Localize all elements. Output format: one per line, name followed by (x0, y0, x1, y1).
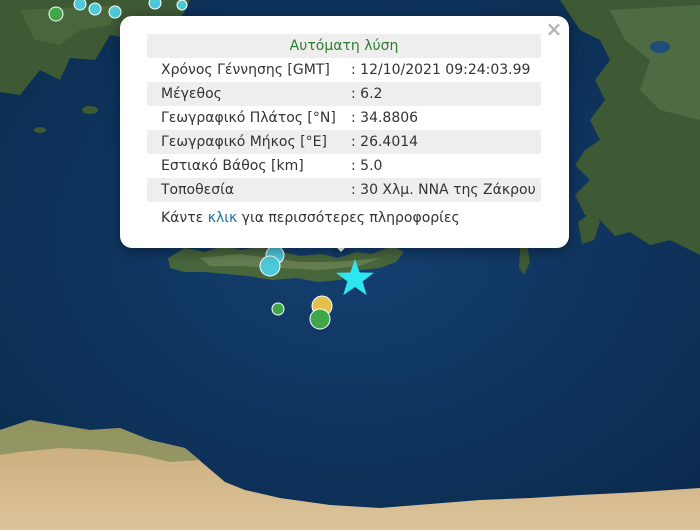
depth-label: Εστιακό Βάθος [km] (161, 158, 304, 174)
more-info-prefix: Κάντε (161, 210, 208, 226)
magnitude-value: : 6.2 (351, 82, 541, 106)
island (34, 127, 46, 133)
earthquake-info-table: Αυτόματη λύση Χρόνος Γέννησης [GMT] : 12… (147, 34, 541, 202)
origin-time-label: Χρόνος Γέννησης [GMT] (161, 62, 330, 78)
earthquake-marker[interactable] (148, 0, 162, 10)
close-icon[interactable]: × (545, 19, 563, 39)
longitude-value: : 26.4014 (351, 130, 541, 154)
depth-value: : 5.0 (351, 158, 383, 174)
latitude-value: : 34.8806 (351, 110, 419, 126)
magnitude-label: Μέγεθος (147, 82, 351, 106)
latitude-label: Γεωγραφικό Πλάτος [°N] (161, 110, 336, 126)
earthquake-marker[interactable] (309, 308, 331, 330)
island (82, 106, 98, 114)
more-info-suffix: για περισσότερες πληροφορίες (237, 210, 460, 226)
earthquake-info-popup: × Αυτόματη λύση Χρόνος Γέννησης [GMT] : … (120, 16, 569, 248)
more-info-text: Κάντε κλικ για περισσότερες πληροφορίες (161, 210, 460, 226)
location-label: Τοποθεσία (147, 178, 351, 202)
earthquake-marker[interactable] (108, 5, 122, 19)
earthquake-marker[interactable] (88, 2, 102, 16)
earthquake-marker[interactable] (271, 302, 285, 316)
earthquake-marker[interactable] (73, 0, 87, 11)
more-info-link[interactable]: κλικ (208, 210, 238, 226)
popup-title: Αυτόματη λύση (147, 34, 541, 58)
earthquake-marker[interactable] (259, 255, 281, 277)
popup-tip (331, 245, 351, 265)
earthquake-marker[interactable] (176, 0, 188, 11)
longitude-label: Γεωγραφικό Μήκος [°E] (147, 130, 351, 154)
origin-time-value: : 12/10/2021 09:24:03.99 (351, 62, 531, 78)
location-value: : 30 Χλμ. ΝΝΑ της Ζάκρου (351, 178, 541, 202)
earthquake-marker[interactable] (48, 6, 64, 22)
lake (650, 41, 670, 53)
